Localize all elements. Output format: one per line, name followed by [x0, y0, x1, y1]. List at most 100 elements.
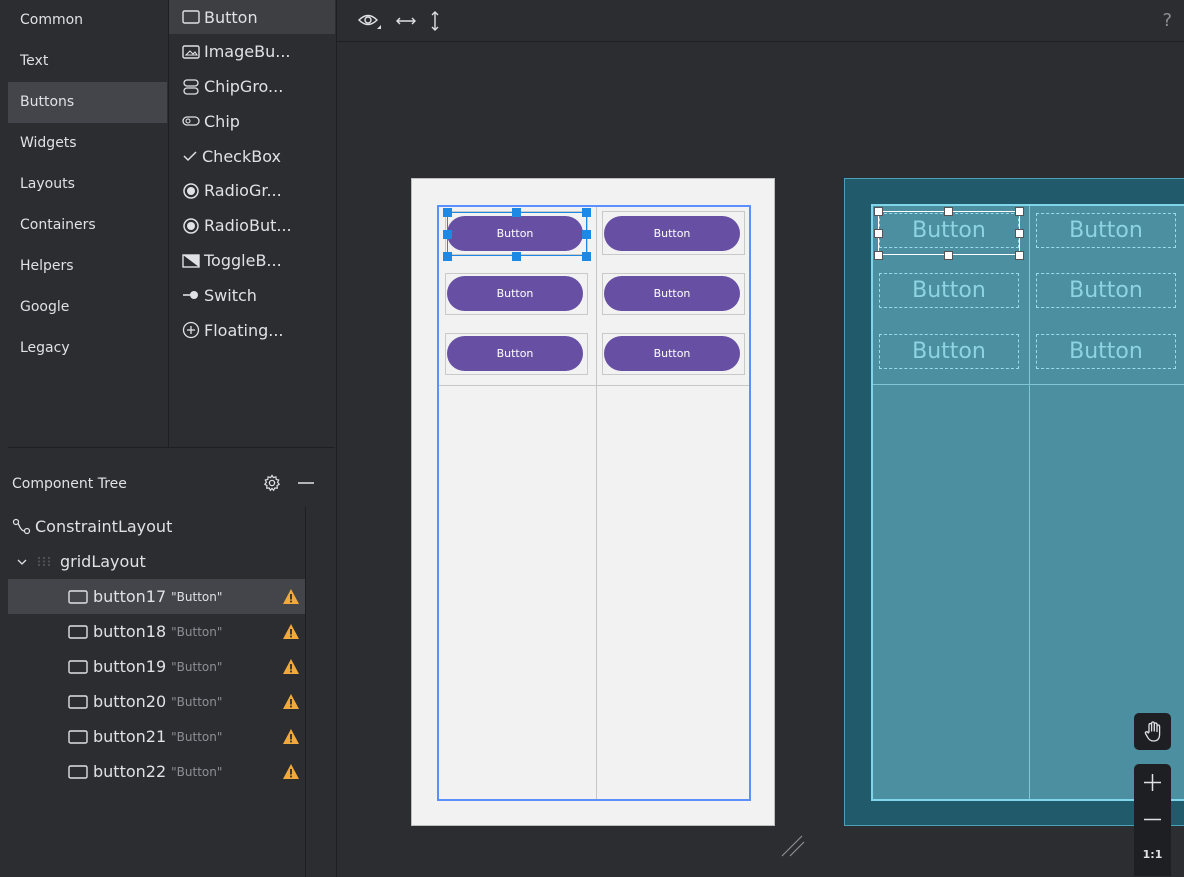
button-icon — [68, 694, 88, 709]
component-tree-header: Component Tree — [8, 464, 335, 504]
design-canvas[interactable]: ? Button Button Button Button Button But… — [336, 0, 1184, 877]
widget-image-button[interactable]: ImageBu... — [169, 35, 335, 69]
button-icon — [68, 659, 88, 674]
widget-switch[interactable]: Switch — [169, 278, 335, 312]
tree-item-text: "Button" — [171, 589, 223, 604]
radio-button-icon — [183, 218, 199, 234]
blueprint-resize-handle[interactable] — [1015, 251, 1024, 260]
minimize-icon[interactable] — [297, 481, 315, 485]
resize-handle[interactable] — [582, 230, 591, 239]
design-button22[interactable]: Button — [604, 336, 740, 371]
eye-icon[interactable] — [357, 11, 383, 31]
vertical-arrows-icon[interactable] — [429, 10, 441, 32]
widget-floating-action-button[interactable]: Floating... — [169, 313, 335, 347]
blueprint-button18[interactable]: Button — [1036, 213, 1176, 248]
tree-item-grid-layout[interactable]: gridLayout — [8, 544, 306, 579]
widget-toggle-button[interactable]: ToggleB... — [169, 244, 335, 278]
category-legacy[interactable]: Legacy — [8, 328, 167, 369]
widget-label: RadioGr... — [204, 181, 282, 201]
zoom-out-icon[interactable] — [1134, 801, 1171, 838]
tree-item-id: button19 — [93, 657, 167, 676]
resize-handle[interactable] — [582, 208, 591, 217]
tree-item-button22[interactable]: button22 "Button" — [8, 754, 306, 789]
resize-handle[interactable] — [443, 208, 452, 217]
tree-item-constraint-layout[interactable]: ConstraintLayout — [8, 509, 306, 544]
help-button[interactable]: ? — [1162, 10, 1172, 31]
resize-handle[interactable] — [443, 252, 452, 261]
blueprint-resize-handle[interactable] — [874, 251, 883, 260]
blueprint-grid-bounds[interactable]: Button Button Button Button Button Butto… — [871, 204, 1184, 801]
horizontal-arrows-icon[interactable] — [395, 15, 417, 27]
palette-widgets: Button ImageBu... ChipGro... Chip CheckB… — [168, 0, 335, 447]
radio-group-icon — [183, 183, 199, 199]
category-containers[interactable]: Containers — [8, 205, 167, 246]
pan-button[interactable] — [1134, 713, 1171, 750]
blueprint-button19[interactable]: Button — [879, 273, 1019, 308]
tree-item-text: "Button" — [171, 729, 223, 744]
blueprint-surface[interactable]: Button Button Button Button Button Butto… — [844, 178, 1184, 826]
blueprint-selection-outline — [878, 211, 1020, 255]
zoom-in-icon[interactable] — [1134, 764, 1171, 801]
widget-checkbox[interactable]: CheckBox — [169, 139, 335, 173]
resize-handle[interactable] — [582, 252, 591, 261]
design-button19[interactable]: Button — [447, 276, 583, 311]
tree-item-text: "Button" — [171, 624, 223, 639]
category-helpers[interactable]: Helpers — [8, 246, 167, 287]
design-button18[interactable]: Button — [604, 216, 740, 251]
tree-item-button20[interactable]: button20 "Button" — [8, 684, 306, 719]
blueprint-button22[interactable]: Button — [1036, 334, 1176, 369]
widget-radio-group[interactable]: RadioGr... — [169, 174, 335, 208]
image-button-icon — [182, 45, 200, 59]
zoom-reset-button[interactable]: 1:1 — [1134, 848, 1171, 861]
warning-icon[interactable] — [282, 763, 300, 780]
warning-icon[interactable] — [282, 693, 300, 710]
grid-layout-bounds[interactable]: Button Button Button Button Button Butto… — [437, 205, 751, 801]
tree-item-label: gridLayout — [60, 552, 146, 571]
blueprint-resize-handle[interactable] — [1015, 229, 1024, 238]
design-button21[interactable]: Button — [447, 336, 583, 371]
category-widgets[interactable]: Widgets — [8, 123, 167, 164]
warning-icon[interactable] — [282, 658, 300, 675]
blueprint-button21[interactable]: Button — [879, 334, 1019, 369]
tree-item-id: button20 — [93, 692, 167, 711]
blueprint-resize-handle[interactable] — [1015, 207, 1024, 216]
resize-handle[interactable] — [512, 208, 521, 217]
widget-chip-group[interactable]: ChipGro... — [169, 70, 335, 104]
category-text[interactable]: Text — [8, 41, 167, 82]
palette-divider[interactable] — [8, 447, 335, 448]
category-buttons[interactable]: Buttons — [8, 82, 167, 123]
warning-icon[interactable] — [282, 728, 300, 745]
tree-item-button21[interactable]: button21 "Button" — [8, 719, 306, 754]
category-google[interactable]: Google — [8, 287, 167, 328]
widget-chip[interactable]: Chip — [169, 104, 335, 138]
tree-item-button19[interactable]: button19 "Button" — [8, 649, 306, 684]
category-layouts[interactable]: Layouts — [8, 164, 167, 205]
design-surface[interactable]: Button Button Button Button Button Butto… — [411, 178, 775, 826]
widget-label: Floating... — [204, 320, 284, 340]
tree-item-id: button21 — [93, 727, 167, 746]
constraint-layout-icon — [12, 518, 31, 534]
gear-icon[interactable] — [263, 474, 281, 492]
widget-label: CheckBox — [202, 146, 281, 166]
category-common[interactable]: Common — [8, 0, 167, 41]
blueprint-resize-handle[interactable] — [874, 229, 883, 238]
tree-divider — [305, 507, 306, 877]
warning-icon[interactable] — [282, 623, 300, 640]
tree-item-id: button22 — [93, 762, 167, 781]
blueprint-resize-handle[interactable] — [944, 207, 953, 216]
hand-icon — [1144, 720, 1160, 742]
palette-categories: Common Text Buttons Widgets Layouts Cont… — [8, 0, 167, 447]
warning-icon[interactable] — [282, 588, 300, 605]
tree-item-button17[interactable]: button17 "Button" — [8, 579, 306, 614]
chevron-down-icon[interactable] — [16, 557, 28, 567]
tree-item-button18[interactable]: button18 "Button" — [8, 614, 306, 649]
resize-grip-icon[interactable] — [780, 828, 806, 858]
widget-radio-button[interactable]: RadioBut... — [169, 209, 335, 243]
blueprint-button20[interactable]: Button — [1036, 273, 1176, 308]
resize-handle[interactable] — [512, 252, 521, 261]
blueprint-resize-handle[interactable] — [944, 251, 953, 260]
blueprint-resize-handle[interactable] — [874, 207, 883, 216]
widget-button[interactable]: Button — [169, 0, 335, 34]
resize-handle[interactable] — [443, 230, 452, 239]
design-button20[interactable]: Button — [604, 276, 740, 311]
